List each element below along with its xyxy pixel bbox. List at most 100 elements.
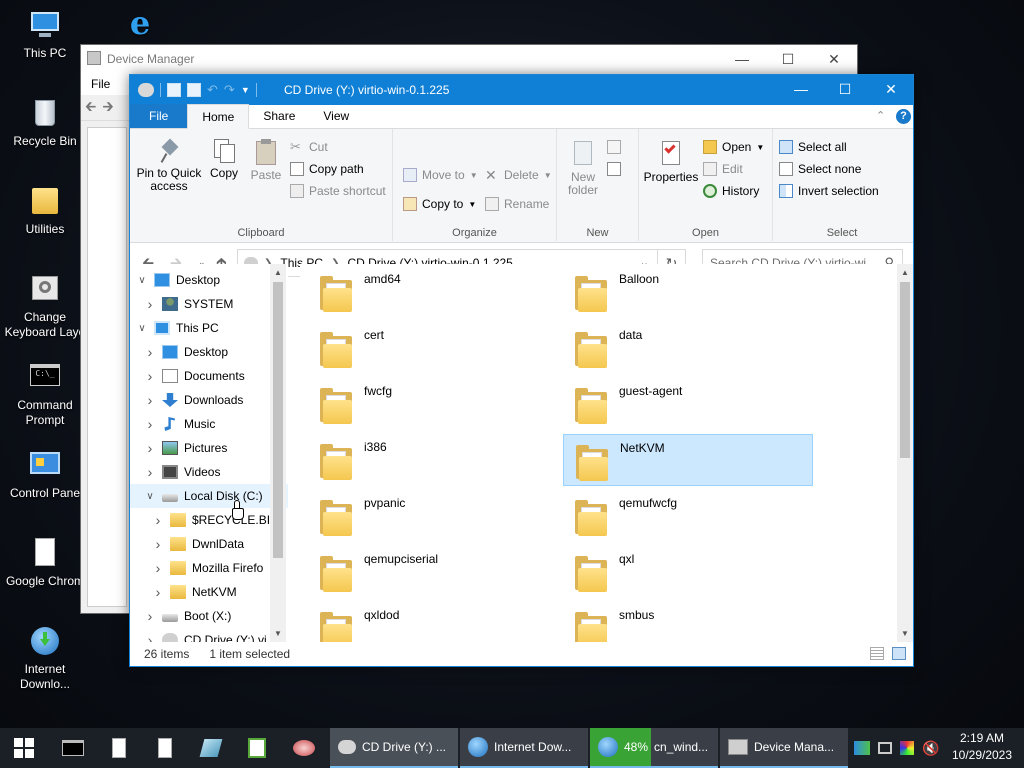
taskbar-button-cd-drive[interactable]: CD Drive (Y:) ... xyxy=(330,728,458,768)
desktop-icon-change-keyboard[interactable]: Change Keyboard Layo xyxy=(2,272,88,340)
chevron-right-icon[interactable]: › xyxy=(152,584,164,600)
edit-button[interactable]: Edit xyxy=(703,159,743,179)
nav-item[interactable]: › Videos xyxy=(130,460,288,484)
folder-item[interactable]: data xyxy=(563,322,813,374)
desktop-icon-internet-download-manager[interactable]: Internet Downlo... xyxy=(2,624,88,692)
scrollbar-thumb[interactable] xyxy=(273,282,283,558)
taskbar-network-app[interactable] xyxy=(280,728,328,768)
maximize-button[interactable]: ☐ xyxy=(822,75,868,103)
chevron-right-icon[interactable]: › xyxy=(144,464,156,480)
tab-view[interactable]: View xyxy=(309,104,363,128)
chevron-right-icon[interactable]: › xyxy=(144,632,156,642)
display-icon[interactable] xyxy=(878,742,892,754)
nav-item[interactable]: › Boot (X:) xyxy=(130,604,288,628)
tab-share[interactable]: Share xyxy=(249,104,309,128)
device-manager-titlebar[interactable]: Device Manager — ☐ ✕ xyxy=(81,45,857,73)
nav-item[interactable]: › NetKVM xyxy=(130,580,288,604)
large-icons-view-icon[interactable] xyxy=(892,647,906,660)
folder-item[interactable]: guest-agent xyxy=(563,378,813,430)
taskbar-command-prompt[interactable] xyxy=(50,728,96,768)
folder-item[interactable]: fwcfg xyxy=(308,378,558,430)
properties-icon[interactable] xyxy=(167,83,181,97)
taskbar-file-2[interactable] xyxy=(142,728,188,768)
rename-button[interactable]: Rename xyxy=(485,194,549,214)
folder-item[interactable]: i386 xyxy=(308,434,558,486)
copy-path-button[interactable]: Copy path xyxy=(290,159,364,179)
navigation-scrollbar[interactable]: ▲ ▼ xyxy=(270,264,286,642)
nav-item[interactable]: ∨ This PC xyxy=(130,316,288,340)
taskbar-file[interactable] xyxy=(96,728,142,768)
color-settings-icon[interactable] xyxy=(900,741,914,755)
folder-item[interactable]: qxl xyxy=(563,546,813,598)
nav-item[interactable]: › Downloads xyxy=(130,388,288,412)
customize-toolbar-chevron-icon[interactable]: ▼ xyxy=(241,85,250,95)
device-tree[interactable] xyxy=(87,127,127,607)
paste-button[interactable]: Paste xyxy=(248,139,284,182)
nav-item[interactable]: › Pictures xyxy=(130,436,288,460)
chevron-down-icon[interactable]: ∨ xyxy=(136,275,148,286)
minimize-button[interactable]: — xyxy=(778,75,824,103)
chevron-right-icon[interactable]: › xyxy=(144,368,156,384)
properties-button[interactable]: Properties xyxy=(643,139,699,184)
desktop-icon-recycle-bin[interactable]: Recycle Bin xyxy=(2,96,88,149)
copy-to-button[interactable]: Copy to ▼ xyxy=(403,194,476,214)
back-arrow-icon[interactable]: 🡰 xyxy=(85,96,96,120)
help-icon[interactable]: ? xyxy=(896,109,911,124)
nav-item[interactable]: › Mozilla Firefo xyxy=(130,556,288,580)
nav-item[interactable]: › DwnlData xyxy=(130,532,288,556)
folder-item[interactable]: smbus xyxy=(563,602,813,642)
new-folder-button[interactable]: New folder xyxy=(561,139,605,197)
delete-button[interactable]: ✕ Delete ▼ xyxy=(485,165,552,185)
nav-item[interactable]: › Documents xyxy=(130,364,288,388)
chevron-right-icon[interactable]: › xyxy=(152,536,164,552)
paste-shortcut-button[interactable]: Paste shortcut xyxy=(290,181,386,201)
new-item-button[interactable] xyxy=(607,137,621,157)
desktop-icon-utilities[interactable]: Utilities xyxy=(2,184,88,237)
navigation-pane[interactable]: ∨ Desktop › SYSTEM ∨ This PC › Desktop › Document… xyxy=(130,264,288,642)
folder-item[interactable]: cert xyxy=(308,322,558,374)
file-list[interactable]: amd64 Balloon cert data fwcfg guest-agent i386… xyxy=(300,264,900,642)
folder-item[interactable]: qxldod xyxy=(308,602,558,642)
close-button[interactable]: ✕ xyxy=(868,75,914,103)
menu-item-file[interactable]: File xyxy=(91,77,110,91)
redo-icon[interactable]: ↷ xyxy=(224,82,235,98)
select-all-button[interactable]: Select all xyxy=(779,137,847,157)
tab-home[interactable]: Home xyxy=(187,104,250,129)
forward-arrow-icon[interactable]: 🡲 xyxy=(102,96,113,120)
folder-item[interactable]: amd64 xyxy=(308,266,558,318)
invert-selection-button[interactable]: Invert selection xyxy=(779,181,879,201)
maximize-button[interactable]: ☐ xyxy=(765,45,811,73)
copy-button[interactable]: Copy xyxy=(206,139,242,180)
clock[interactable]: 2:19 AM 10/29/2023 xyxy=(948,730,1016,764)
pin-to-quick-access-button[interactable]: Pin to Quick access xyxy=(134,138,204,193)
taskbar-notepad[interactable] xyxy=(234,728,280,768)
content-scrollbar[interactable]: ▲ ▼ xyxy=(897,264,913,642)
taskbar-button-device-manager[interactable]: Device Mana... xyxy=(720,728,848,768)
file-explorer-window[interactable]: ↶ ↷ ▼ CD Drive (Y:) virtio-win-0.1.225 —… xyxy=(129,74,914,667)
folder-item[interactable]: pvpanic xyxy=(308,490,558,542)
move-to-button[interactable]: Move to ▼ xyxy=(403,165,478,185)
nav-item[interactable]: › CD Drive (Y:) vi xyxy=(130,628,288,642)
chevron-right-icon[interactable]: › xyxy=(144,416,156,432)
taskbar-button-download-progress[interactable]: 48% cn_wind... xyxy=(590,728,718,768)
speaker-muted-icon[interactable]: 🔇 xyxy=(922,740,939,757)
nav-item[interactable]: › Music xyxy=(130,412,288,436)
desktop-icon-this-pc[interactable]: This PC xyxy=(2,8,88,61)
desktop-icon-command-prompt[interactable]: C:\_ Command Prompt xyxy=(2,360,88,428)
chevron-right-icon[interactable]: › xyxy=(144,296,156,312)
folder-item[interactable]: qemufwcfg xyxy=(563,490,813,542)
folder-item[interactable]: qemupciserial xyxy=(308,546,558,598)
history-button[interactable]: History xyxy=(703,181,759,201)
chevron-down-icon[interactable]: ∨ xyxy=(136,323,148,334)
easy-access-button[interactable] xyxy=(607,159,621,179)
nav-item[interactable]: ∨ Local Disk (C:) xyxy=(130,484,288,508)
start-button[interactable] xyxy=(0,728,48,768)
chevron-right-icon[interactable]: › xyxy=(144,608,156,624)
chevron-down-icon[interactable]: ∨ xyxy=(144,491,156,502)
explorer-titlebar[interactable]: ↶ ↷ ▼ CD Drive (Y:) virtio-win-0.1.225 —… xyxy=(130,75,913,105)
collapse-ribbon-icon[interactable]: ⌃ xyxy=(876,109,885,122)
nav-item[interactable]: › $RECYCLE.BIN xyxy=(130,508,288,532)
new-folder-icon[interactable] xyxy=(187,83,201,97)
desktop-icon-google-chrome[interactable]: Google Chrom xyxy=(2,536,88,589)
select-none-button[interactable]: Select none xyxy=(779,159,861,179)
